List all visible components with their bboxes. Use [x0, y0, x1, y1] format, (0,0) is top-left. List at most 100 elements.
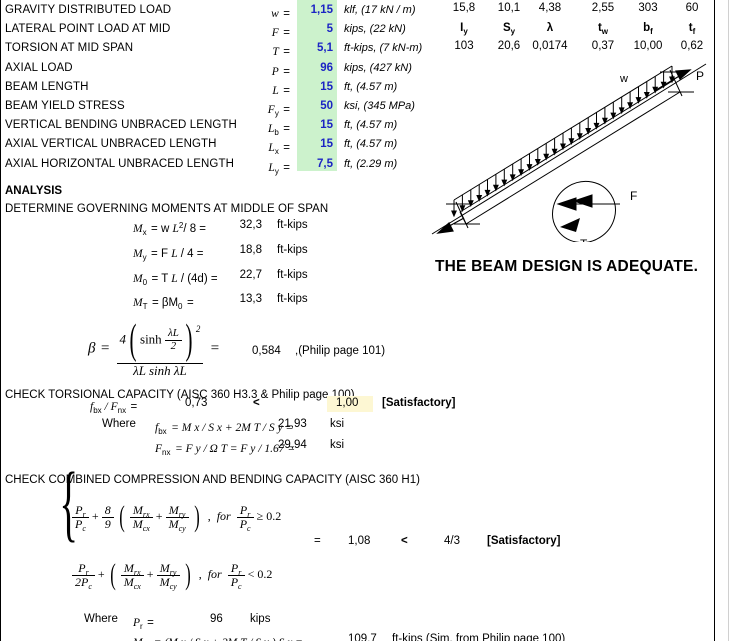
eqt-pc-sub: c — [82, 523, 86, 533]
beam-load-diagram: w P F T — [424, 52, 714, 251]
secprop-header-3: tw — [597, 22, 609, 36]
beta-lambdaL: λL — [167, 327, 179, 340]
eqb-mcx-sub: cx — [133, 581, 141, 591]
torsion-ratio-label: fbx / Fnx = — [90, 397, 137, 415]
eqt-cond-pc: P — [239, 516, 248, 531]
pr-value: 96 — [210, 613, 223, 625]
moment-unit-3: ft-kips — [277, 293, 308, 306]
diagram-label-F: F — [630, 189, 637, 203]
eqb-mrx: M — [123, 560, 134, 575]
input-label-0: GRAVITY DISTRIBUTED LOAD — [5, 4, 172, 16]
eqb-for: for — [207, 566, 222, 581]
eqb-mcy: M — [159, 574, 170, 589]
pr-eq: = — [147, 617, 154, 629]
input-value-1[interactable]: 5 — [297, 23, 333, 35]
combined-result-value: 1,08 — [348, 535, 371, 547]
eqt-mcx-sub: cx — [142, 523, 150, 533]
beta-note: ,(Philip page 101) — [295, 345, 386, 357]
input-label-3: AXIAL LOAD — [5, 61, 73, 74]
eqt-plus: + — [91, 508, 99, 523]
secprop-row2-value-0: 103 — [454, 40, 474, 52]
input-value-2[interactable]: 5,1 — [297, 42, 333, 54]
secprop-header-0: Iy — [460, 22, 468, 36]
eqb-mry-sub: ry — [169, 567, 177, 577]
fnx-value: 29,94 — [278, 439, 307, 451]
input-unit-1: kips, (22 kN) — [344, 23, 406, 36]
eqt-mry: M — [168, 502, 179, 517]
fnx-sub: nx — [117, 406, 127, 415]
input-value-4[interactable]: 15 — [297, 81, 333, 93]
eqt-pr: P — [75, 502, 83, 517]
eqt-mcy: M — [168, 516, 179, 531]
combined-result-equals: = — [314, 535, 321, 547]
eqb-pr: P — [78, 560, 86, 575]
eqt-for: for — [216, 508, 231, 523]
design-verdict: THE BEAM DESIGN IS ADEQUATE. — [435, 258, 699, 275]
input-unit-5: ksi, (345 MPa) — [344, 100, 415, 112]
torsion-status: [Satisfactory] — [382, 397, 456, 409]
input-value-8[interactable]: 7,5 — [297, 158, 333, 170]
moment-value-3: 13,3 — [239, 293, 262, 306]
input-label-2: TORSION AT MID SPAN — [5, 42, 134, 55]
input-symbol-3: P = — [271, 65, 290, 78]
input-symbol-7: Lx = — [268, 142, 290, 157]
fbx-rhs: = M x / S x + 2M T / S y = — [171, 422, 294, 434]
secprop-row1-value-2: 4,38 — [538, 2, 562, 14]
input-value-5[interactable]: 50 — [297, 100, 333, 112]
input-label-7: AXIAL VERTICAL UNBRACED LENGTH — [5, 138, 217, 151]
eqb-cond-pr-sub: r — [238, 567, 242, 577]
diagram-label-T: T — [580, 237, 588, 242]
beta-sinh: sinh — [140, 331, 162, 347]
input-value-3[interactable]: 96 — [297, 62, 333, 74]
moment-unit-1: ft-kips — [277, 243, 308, 256]
input-symbol-0: w = — [271, 8, 290, 20]
eqb-pr-sub: r — [85, 567, 89, 577]
secprop-row2-value-5: 0,62 — [680, 40, 704, 52]
fnx-lhs-sub: nx — [162, 448, 171, 457]
beta-num-coeff: 4 — [119, 331, 127, 347]
fbx-expression: fbx = M x / S x + 2M T / S y = — [155, 418, 293, 436]
moment-expression-1: My = F L / 4 = — [133, 247, 204, 262]
secprop-row1-value-5: 60 — [685, 2, 699, 14]
pr-label: Pr = — [133, 613, 154, 631]
moment-unit-0: ft-kips — [277, 219, 308, 231]
mrx-expression: Mrx = (M x / S x + 2M T / S y ) S x = — [133, 633, 303, 641]
beta-formula: β = 4(sinh λL 2 ) 2 λL sinh λL = — [88, 317, 220, 379]
input-symbol-8: Ly = — [268, 161, 290, 176]
fbx-value: 21,93 — [278, 418, 307, 430]
eqb-mrx-sub: rx — [133, 567, 141, 577]
fnx-f: / F — [101, 401, 118, 413]
eqb-mcx: M — [123, 574, 134, 589]
input-unit-2: ft-kips, (7 kN-m) — [344, 42, 423, 55]
diagram-label-P: P — [696, 69, 704, 83]
torsion-limit-value: 1,00 — [336, 397, 359, 409]
eqt-cond-op: ≥ 0.2 — [256, 508, 282, 523]
input-unit-6: ft, (4.57 m) — [344, 119, 398, 132]
input-unit-0: klf, (17 kN / m) — [344, 4, 416, 16]
eqt-mcx: M — [132, 516, 143, 531]
torsion-eq: = — [130, 401, 138, 413]
combined-where-label: Where — [84, 613, 118, 625]
input-value-6[interactable]: 15 — [297, 119, 333, 131]
secprop-row1-value-4: 303 — [638, 2, 658, 14]
secprop-row2-value-1: 20,6 — [497, 40, 521, 52]
mrx-rhs: = (M x / S x + 2M T / S y ) S x = — [154, 637, 303, 641]
beta-exponent: 2 — [195, 323, 201, 334]
moment-expression-2: M0 = T L / (4d) = — [133, 272, 218, 287]
secprop-row1-value-1: 10,1 — [497, 2, 521, 14]
eqt-pr-sub: r — [82, 509, 86, 519]
secprop-row1-value-3: 2,55 — [591, 2, 615, 14]
fnx-unit: ksi — [330, 439, 345, 451]
eqb-cond-op: < 0.2 — [247, 566, 273, 581]
fbx-lhs-sub: bx — [158, 427, 167, 436]
torsion-where-label: Where — [102, 418, 136, 430]
input-value-0[interactable]: 1,15 — [297, 4, 333, 16]
input-value-7[interactable]: 15 — [297, 138, 333, 150]
secprop-header-2: λ — [546, 22, 554, 34]
torsion-check-heading: CHECK TORSIONAL CAPACITY (AISC 360 H3.3 … — [5, 389, 355, 401]
eqt-cond-pr-sub: r — [247, 509, 251, 519]
input-unit-8: ft, (2.29 m) — [344, 157, 398, 170]
input-label-5: BEAM YIELD STRESS — [5, 100, 125, 112]
beta-equals: = — [99, 340, 111, 357]
input-symbol-4: L = — [272, 84, 290, 97]
